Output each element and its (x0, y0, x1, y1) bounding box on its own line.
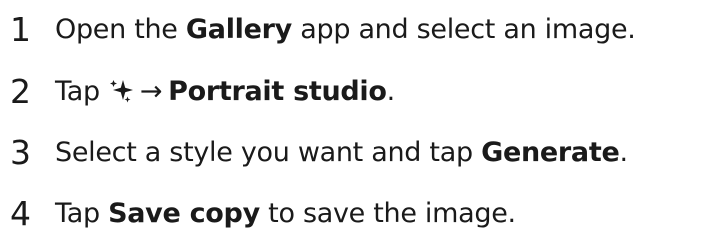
step-text: Select a style you want and tap (55, 136, 473, 168)
step-1: 1 Open the Gallery app and select an image… (10, 4, 636, 54)
step-text: Open the (55, 13, 178, 45)
step-text: to save the image. (268, 197, 516, 229)
step-4: 4 Tap Save copy to save the image. (10, 188, 516, 238)
save-copy-label: Save copy (108, 197, 260, 229)
step-2: 2 Tap → Portrait studio. (10, 66, 395, 116)
sparkle-icon (108, 78, 134, 104)
portrait-studio-label: Portrait studio (168, 75, 387, 107)
step-text: app and select an image. (300, 13, 636, 45)
gallery-app-label: Gallery (185, 13, 292, 45)
arrow-icon: → (139, 75, 163, 107)
step-text: . (386, 75, 396, 107)
step-text: Tap (55, 197, 100, 229)
generate-label: Generate (481, 136, 620, 168)
step-text: Tap (55, 75, 100, 107)
step-number: 3 (10, 132, 31, 172)
step-3: 3 Select a style you want and tap Generat… (10, 127, 628, 177)
step-number: 1 (10, 9, 31, 49)
step-text: . (619, 136, 628, 168)
step-number: 4 (10, 193, 31, 233)
step-number: 2 (10, 71, 31, 111)
